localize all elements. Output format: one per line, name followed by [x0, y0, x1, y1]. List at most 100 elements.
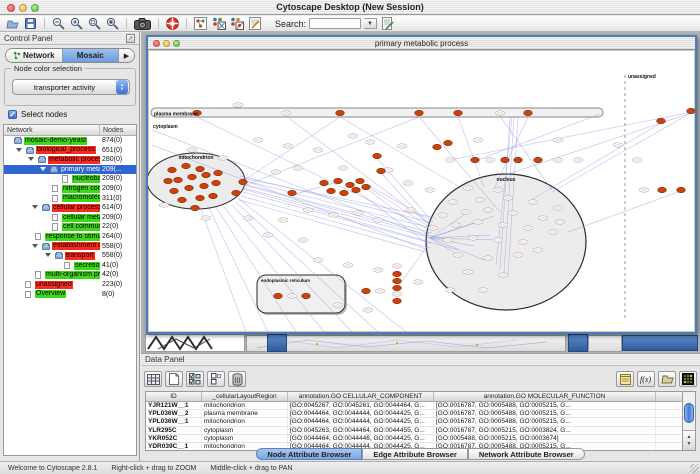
table-cell[interactable]: YPL036W__2 — [146, 410, 202, 417]
float-panel-icon[interactable]: ↗ — [126, 34, 135, 43]
search-input[interactable] — [309, 18, 361, 29]
table-cell[interactable]: [GO:0016787, GO:0005215, GO:0003824, G..… — [434, 427, 656, 434]
select-attributes-icon[interactable] — [186, 371, 204, 387]
table-cell[interactable]: [GO:0045267, GO:0045261, GO:0044464, G..… — [288, 402, 434, 409]
column-header[interactable]: annotation.GO CELLULAR_COMPONENT — [288, 392, 434, 401]
table-cell[interactable]: mitochondrion — [202, 418, 288, 425]
tab-network[interactable]: Network — [6, 49, 63, 62]
table-row[interactable]: YPL036W__2plasma membrane[GO:0044464, GO… — [146, 410, 684, 418]
tab-mosaic[interactable]: Mosaic — [63, 49, 120, 62]
tree-row-label[interactable]: primary metabo — [60, 166, 100, 174]
matrix-view-icon[interactable] — [679, 371, 697, 387]
edit-edges-icon[interactable] — [229, 17, 244, 31]
import-annotation-icon[interactable] — [380, 17, 395, 31]
scrollbar-arrows[interactable]: ▲▼ — [683, 430, 695, 450]
tree-row[interactable]: secretion41(0) — [4, 261, 136, 271]
tree-row[interactable]: nitrogen compo209(0) — [4, 184, 136, 194]
network-window-titlebar[interactable]: primary metabolic process — [148, 37, 695, 50]
notepad-icon[interactable] — [616, 371, 634, 387]
tree-row-label[interactable]: secretion — [74, 262, 100, 270]
zoom-fit-icon[interactable] — [105, 17, 120, 31]
tree-row-label[interactable]: cell communicat — [62, 223, 100, 231]
delete-attribute-icon[interactable] — [228, 371, 246, 387]
edit-nodes-icon[interactable] — [211, 17, 226, 31]
table-cell[interactable]: plasma membrane — [202, 410, 288, 417]
table-cell[interactable]: YLR295C — [146, 427, 202, 434]
node-color-dropdown[interactable]: transporter activity ▲▼ — [12, 79, 130, 95]
tree-row[interactable]: establishment of lo558(0) — [4, 242, 136, 252]
tree-row[interactable]: Overview8(0) — [4, 290, 136, 300]
table-row[interactable]: YKR052Ccytoplasm[GO:0044464, GO:0044446,… — [146, 435, 684, 443]
tree-row-label[interactable]: establishment of lo — [52, 242, 100, 250]
expand-triangle-icon[interactable] — [32, 205, 38, 209]
attribute-table-icon[interactable] — [144, 371, 162, 387]
tree-row-label[interactable]: unassigned — [35, 281, 73, 289]
annotation-icon[interactable] — [247, 17, 262, 31]
tree-row[interactable]: cellular metabol209(0) — [4, 213, 136, 223]
expand-triangle-icon[interactable] — [45, 253, 51, 257]
tree-column-nodes[interactable]: Nodes — [100, 125, 136, 135]
save-session-button[interactable] — [23, 17, 38, 31]
tree-row[interactable]: macromolecule311(0) — [4, 194, 136, 204]
column-header[interactable]: _cellularLayoutRegion — [202, 392, 288, 401]
zoom-window-button[interactable] — [31, 4, 39, 12]
tree-row[interactable]: biological_process651(0) — [4, 146, 136, 156]
tree-row[interactable]: cell communicat22(0) — [4, 222, 136, 232]
table-cell[interactable]: YKR052C — [146, 435, 202, 442]
tree-row-label[interactable]: metabolic process — [48, 156, 100, 164]
scrollbar-thumb[interactable] — [684, 403, 694, 423]
expand-triangle-icon[interactable] — [16, 148, 22, 152]
tab-edge-attribute-browser[interactable]: Edge Attribute Browser — [362, 448, 467, 460]
unselect-attributes-icon[interactable] — [207, 371, 225, 387]
minimize-view-button[interactable] — [163, 40, 170, 47]
network-overview-icon[interactable] — [193, 17, 208, 31]
tree-row-label[interactable]: biological_process — [36, 146, 96, 154]
select-nodes-checkbox[interactable]: ✓ — [8, 110, 17, 119]
tree-row-label[interactable]: response to stimulu — [45, 233, 100, 241]
tree-row-label[interactable]: multi-organism pro — [45, 271, 100, 279]
snapshot-camera-icon[interactable] — [133, 17, 152, 31]
tree-row[interactable]: primary metabo209(... — [4, 165, 136, 175]
table-cell[interactable]: cytoplasm — [202, 435, 288, 442]
tree-row-label[interactable]: cellular process — [52, 204, 100, 212]
table-cell[interactable]: [GO:0044464, GO:0044444, GO:0044425, G..… — [288, 410, 434, 417]
table-cell[interactable]: [GO:0044464, GO:0044446, GO:0044425, G..… — [288, 435, 434, 442]
tree-row[interactable]: transport558(0) — [4, 251, 136, 261]
background-window-fragment[interactable] — [145, 334, 245, 352]
expand-triangle-icon[interactable] — [40, 167, 46, 171]
tab-node-attribute-browser[interactable]: Node Attribute Browser — [256, 448, 362, 460]
expand-triangle-icon[interactable] — [32, 244, 38, 248]
table-row[interactable]: YPL036W__1mitochondrion[GO:0044464, GO:0… — [146, 418, 684, 426]
network-graph[interactable]: plasma membranecytoplasmmitochondrionnuc… — [148, 50, 695, 332]
tree-row-label[interactable]: macromolecule — [62, 194, 100, 202]
tree-row[interactable]: multi-organism pro42(0) — [4, 270, 136, 280]
column-header[interactable]: ID — [146, 392, 202, 401]
table-cell[interactable]: [GO:0005488, GO:0005215, GO:0003674] — [434, 435, 656, 442]
tree-row-label[interactable]: cellular metabol — [62, 214, 100, 222]
table-cell[interactable]: [GO:0044464, GO:0044444, GO:0044425, G..… — [288, 418, 434, 425]
search-dropdown-arrow[interactable]: ▼ — [364, 18, 377, 29]
network-view-window[interactable]: primary metabolic process plasma membran… — [146, 35, 697, 334]
table-cell[interactable]: [GO:0016787, GO:0005488, GO:0005215, G..… — [434, 410, 656, 417]
minimize-window-button[interactable] — [19, 4, 27, 12]
close-window-button[interactable] — [7, 4, 15, 12]
tree-row-label[interactable]: nucleobase- — [72, 175, 100, 183]
tree-column-network[interactable]: Network — [4, 125, 100, 135]
tree-row-label[interactable]: nitrogen compo — [62, 185, 100, 193]
close-view-button[interactable] — [153, 40, 160, 47]
table-cell[interactable]: [GO:0045263, GO:0044464, GO:0044455, G..… — [288, 427, 434, 434]
tree-row[interactable]: unassigned223(0) — [4, 280, 136, 290]
table-scrollbar[interactable]: ▲▼ — [682, 391, 696, 451]
tree-row[interactable]: response to stimulu264(0) — [4, 232, 136, 242]
tree-row[interactable]: mosaic-demo-yeast874(0) — [4, 136, 136, 146]
zoom-in-icon[interactable] — [69, 17, 84, 31]
column-header[interactable]: annotation.GO MOLECULAR_FUNCTION — [434, 392, 656, 401]
table-cell[interactable]: cytoplasm — [202, 427, 288, 434]
background-window-fragment[interactable] — [246, 335, 566, 352]
tab-overflow-button[interactable]: ▶ — [119, 49, 134, 62]
tree-row[interactable]: cellular process614(0) — [4, 203, 136, 213]
table-cell[interactable]: YPL036W__1 — [146, 418, 202, 425]
zoom-view-button[interactable] — [173, 40, 180, 47]
help-lifesaver-icon[interactable] — [165, 17, 180, 31]
network-canvas[interactable]: plasma membranecytoplasmmitochondrionnuc… — [148, 50, 695, 332]
